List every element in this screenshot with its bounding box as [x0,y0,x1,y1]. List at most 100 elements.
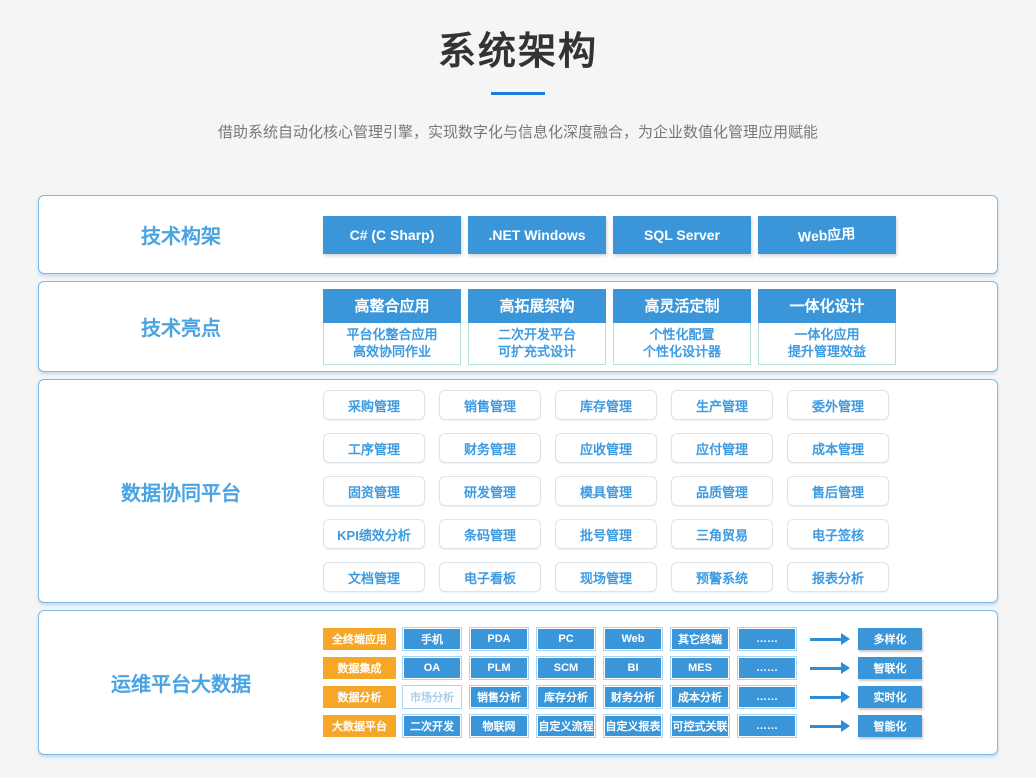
highlight-card: 一体化设计一体化应用提升管理效益 [758,289,896,365]
page-header: 系统架构 借助系统自动化核心管理引擎，实现数字化与信息化深度融合，为企业数值化管… [0,0,1036,142]
result-chip: 智能化 [858,715,922,737]
highlight-card-body: 个性化配置个性化设计器 [613,323,751,365]
module-chip: 财务管理 [439,433,541,463]
tech-button-label: SQL Server [644,227,720,243]
highlight-card-header: 高灵活定制 [613,289,751,323]
module-chip: 电子看板 [439,562,541,592]
module-chip: 电子签核 [787,519,889,549]
item-chip: 其它终端 [671,628,729,650]
result-chip: 实时化 [858,686,922,708]
item-chip: MES [671,657,729,679]
item-chip: PC [537,628,595,650]
title-underline [491,92,545,95]
module-chip: KPI绩效分析 [323,519,425,549]
highlight-card-line: 二次开发平台 [469,326,605,343]
tech-button-label: .NET Windows [488,227,585,243]
module-grid: 采购管理销售管理库存管理生产管理委外管理工序管理财务管理应收管理应付管理成本管理… [323,390,889,592]
highlight-card: 高灵活定制个性化配置个性化设计器 [613,289,751,365]
item-chip: 市场分析 [403,686,461,708]
item-chip: Web [604,628,662,650]
section-tech-highlights: 技术亮点 高整合应用平台化整合应用高效协同作业高拓展架构二次开发平台可扩充式设计… [38,281,998,372]
item-chip: 销售分析 [470,686,528,708]
module-chip: 研发管理 [439,476,541,506]
module-chip: 固资管理 [323,476,425,506]
tech-button: .NET Windows [468,216,606,254]
tech-button: C# (C Sharp) [323,216,461,254]
section-label-data-platform: 数据协同平台 [39,477,323,506]
section-label-tech-framework: 技术构架 [39,220,323,249]
item-chip: …… [738,715,796,737]
bigdata-row: 数据集成OAPLMSCMBIMES……智联化 [323,657,922,679]
category-chip: 大数据平台 [323,715,396,737]
highlight-card-line: 平台化整合应用 [324,326,460,343]
item-chip: OA [403,657,461,679]
tech-button-label: Web应用 [798,223,857,247]
module-chip: 成本管理 [787,433,889,463]
bigdata-row: 大数据平台二次开发物联网自定义流程自定义报表可控式关联……智能化 [323,715,922,737]
module-chip: 报表分析 [787,562,889,592]
arrow-right-icon [810,638,842,641]
page-subtitle: 借助系统自动化核心管理引擎，实现数字化与信息化深度融合，为企业数值化管理应用赋能 [0,121,1036,142]
module-chip: 工序管理 [323,433,425,463]
module-chip: 生产管理 [671,390,773,420]
item-chip: 库存分析 [537,686,595,708]
section-tech-framework: 技术构架 C# (C Sharp) .NET Windows SQL Server W… [38,195,998,274]
item-chip: 物联网 [470,715,528,737]
highlight-card-line: 个性化设计器 [614,343,750,360]
module-chip: 品质管理 [671,476,773,506]
tech-button-row: C# (C Sharp) .NET Windows SQL Server Web应用 [323,216,896,254]
highlight-card-body: 平台化整合应用高效协同作业 [323,323,461,365]
highlight-card-line: 一体化应用 [759,326,895,343]
arrow-right-icon [810,696,842,699]
module-chip: 现场管理 [555,562,657,592]
highlight-card-line: 个性化配置 [614,326,750,343]
module-chip: 售后管理 [787,476,889,506]
category-chip: 全终端应用 [323,628,396,650]
section-data-platform: 数据协同平台 采购管理销售管理库存管理生产管理委外管理工序管理财务管理应收管理应… [38,379,998,603]
item-chip: SCM [537,657,595,679]
item-chip: 可控式关联 [671,715,729,737]
architecture-diagram: 技术构架 C# (C Sharp) .NET Windows SQL Server W… [38,195,998,755]
arrow-right-icon [810,725,842,728]
highlight-card-line: 提升管理效益 [759,343,895,360]
item-chip: PDA [470,628,528,650]
module-chip: 委外管理 [787,390,889,420]
item-chip: 手机 [403,628,461,650]
module-chip: 应付管理 [671,433,773,463]
tech-button: SQL Server [613,216,751,254]
item-chip: …… [738,657,796,679]
arrow-right-icon [810,667,842,670]
item-chip: 自定义报表 [604,715,662,737]
highlight-card-line: 高效协同作业 [324,343,460,360]
section-bigdata-platform: 运维平台大数据 全终端应用手机PDAPCWeb其它终端……多样化数据集成OAPL… [38,610,998,755]
item-chip: 财务分析 [604,686,662,708]
item-chip: …… [738,628,796,650]
highlight-card-header: 一体化设计 [758,289,896,323]
section-label-bigdata-platform: 运维平台大数据 [39,668,323,697]
module-chip: 预警系统 [671,562,773,592]
highlight-card: 高整合应用平台化整合应用高效协同作业 [323,289,461,365]
highlight-card-body: 一体化应用提升管理效益 [758,323,896,365]
highlight-card-header: 高整合应用 [323,289,461,323]
module-chip: 批号管理 [555,519,657,549]
item-chip: 二次开发 [403,715,461,737]
module-chip: 三角贸易 [671,519,773,549]
section-label-tech-highlights: 技术亮点 [39,312,323,341]
module-chip: 销售管理 [439,390,541,420]
result-chip: 多样化 [858,628,922,650]
item-chip: 成本分析 [671,686,729,708]
module-chip: 采购管理 [323,390,425,420]
highlight-card-row: 高整合应用平台化整合应用高效协同作业高拓展架构二次开发平台可扩充式设计高灵活定制… [323,289,896,365]
module-chip: 库存管理 [555,390,657,420]
highlight-card-header: 高拓展架构 [468,289,606,323]
item-chip: PLM [470,657,528,679]
highlight-card-body: 二次开发平台可扩充式设计 [468,323,606,365]
item-chip: …… [738,686,796,708]
module-chip: 文档管理 [323,562,425,592]
module-chip: 应收管理 [555,433,657,463]
bigdata-rows: 全终端应用手机PDAPCWeb其它终端……多样化数据集成OAPLMSCMBIME… [323,628,922,737]
item-chip: BI [604,657,662,679]
module-chip: 条码管理 [439,519,541,549]
bigdata-row: 数据分析市场分析销售分析库存分析财务分析成本分析……实时化 [323,686,922,708]
page-title: 系统架构 [0,20,1036,75]
